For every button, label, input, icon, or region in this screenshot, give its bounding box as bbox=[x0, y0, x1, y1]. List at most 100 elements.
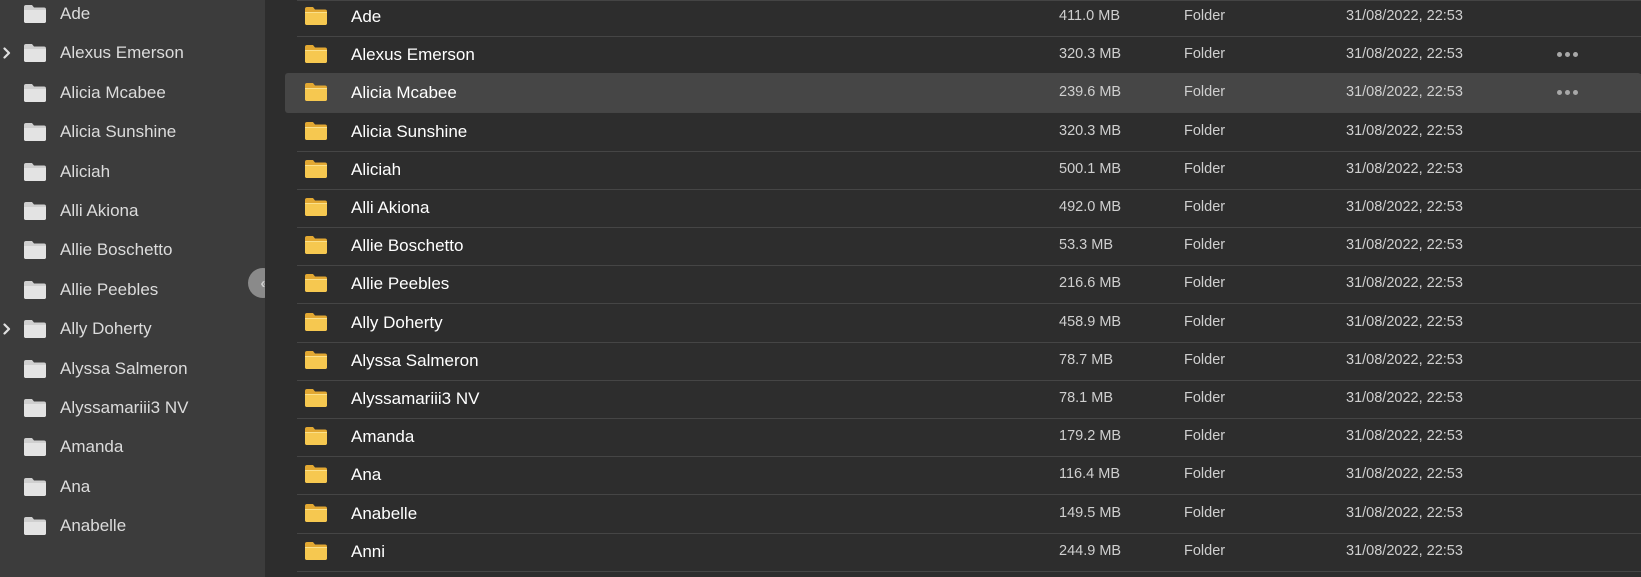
file-name[interactable]: Aliciah bbox=[351, 160, 401, 180]
row-divider bbox=[297, 570, 1641, 572]
file-modified-date: 31/08/2022, 22:53 bbox=[1346, 46, 1463, 63]
file-size: 320.3 MB bbox=[1059, 122, 1122, 139]
file-name[interactable]: Alyssamariii3 NV bbox=[351, 389, 479, 409]
sidebar-item-label: Amanda bbox=[60, 437, 124, 457]
folder-icon bbox=[23, 398, 47, 418]
folder-icon bbox=[23, 83, 47, 103]
file-name[interactable]: Allie Boschetto bbox=[351, 236, 463, 256]
file-row[interactable]: Anabelle 149.5 MB Folder 31/08/2022, 22:… bbox=[285, 494, 1641, 534]
more-horizontal-icon bbox=[1572, 51, 1578, 57]
folder-icon bbox=[304, 273, 328, 293]
sidebar-item[interactable]: Amanda bbox=[0, 429, 265, 465]
sidebar-item[interactable]: Ade bbox=[0, 0, 265, 32]
file-size: 239.6 MB bbox=[1059, 84, 1122, 101]
file-row[interactable]: Anni 244.9 MB Folder 31/08/2022, 22:53 bbox=[285, 532, 1641, 572]
file-name[interactable]: Amanda bbox=[351, 427, 414, 447]
file-kind: Folder bbox=[1184, 466, 1226, 483]
file-name[interactable]: Alicia Sunshine bbox=[351, 122, 467, 142]
sidebar-item[interactable]: Anabelle bbox=[0, 508, 265, 544]
folder-icon bbox=[23, 359, 47, 379]
file-row[interactable]: Allie Peebles 216.6 MB Folder 31/08/2022… bbox=[285, 264, 1641, 305]
file-list: Ade 411.0 MB Folder 31/08/2022, 22:53 Al… bbox=[265, 0, 1641, 577]
file-kind: Folder bbox=[1184, 275, 1226, 292]
more-horizontal-icon bbox=[1556, 51, 1562, 57]
folder-icon bbox=[304, 197, 328, 217]
sidebar-item-label: Alicia Sunshine bbox=[60, 122, 177, 142]
folder-icon bbox=[304, 6, 328, 26]
file-row[interactable]: Alyssa Salmeron 78.7 MB Folder 31/08/202… bbox=[285, 341, 1641, 381]
folder-icon bbox=[23, 437, 47, 457]
sidebar-item[interactable]: Alicia Mcabee bbox=[0, 75, 265, 111]
folder-icon bbox=[304, 426, 328, 446]
file-name[interactable]: Ana bbox=[351, 465, 381, 485]
sidebar-tree: Ade Alexus Emerson Alicia Mcabee Alicia … bbox=[0, 0, 265, 577]
folder-icon bbox=[304, 235, 328, 255]
file-modified-date: 31/08/2022, 22:53 bbox=[1346, 390, 1463, 406]
folder-icon bbox=[304, 312, 328, 332]
chevron-right-icon[interactable] bbox=[2, 322, 12, 336]
more-options-button[interactable] bbox=[1553, 42, 1581, 66]
file-name[interactable]: Alicia Mcabee bbox=[351, 83, 457, 103]
file-modified-date: 31/08/2022, 22:53 bbox=[1346, 466, 1463, 483]
chevron-right-icon[interactable] bbox=[2, 46, 12, 60]
sidebar-item[interactable]: Alexus Emerson bbox=[0, 35, 265, 71]
file-modified-date: 31/08/2022, 22:53 bbox=[1346, 542, 1463, 559]
file-kind: Folder bbox=[1184, 8, 1226, 24]
sidebar-item-label: Ally Doherty bbox=[60, 319, 152, 339]
sidebar-item[interactable]: Alyssamariii3 NV bbox=[0, 390, 265, 426]
sidebar-item[interactable]: Alyssa Salmeron bbox=[0, 351, 265, 387]
file-row[interactable]: Aliciah 500.1 MB Folder 31/08/2022, 22:5… bbox=[285, 150, 1641, 190]
file-kind: Folder bbox=[1184, 504, 1226, 521]
file-row[interactable]: Alyssamariii3 NV 78.1 MB Folder 31/08/20… bbox=[285, 379, 1641, 419]
file-row[interactable]: Allie Boschetto 53.3 MB Folder 31/08/202… bbox=[285, 226, 1641, 267]
file-browser-window: Ade Alexus Emerson Alicia Mcabee Alicia … bbox=[0, 0, 1641, 577]
file-size: 492.0 MB bbox=[1059, 199, 1122, 215]
sidebar-item[interactable]: Alli Akiona bbox=[0, 193, 265, 229]
file-name[interactable]: Alyssa Salmeron bbox=[351, 351, 479, 371]
file-name[interactable]: Anni bbox=[351, 542, 385, 562]
file-name[interactable]: Anabelle bbox=[351, 504, 417, 524]
file-size: 458.9 MB bbox=[1059, 313, 1122, 330]
more-options-button[interactable] bbox=[1553, 80, 1581, 104]
file-size: 216.6 MB bbox=[1059, 275, 1122, 292]
sidebar-item-label: Allie Peebles bbox=[60, 279, 159, 299]
file-row[interactable]: Ally Doherty 458.9 MB Folder 31/08/2022,… bbox=[285, 303, 1641, 343]
sidebar-item[interactable]: Allie Peebles bbox=[0, 272, 265, 308]
sidebar-item-label: Ade bbox=[60, 4, 91, 23]
file-name[interactable]: Alli Akiona bbox=[351, 198, 429, 218]
file-kind: Folder bbox=[1184, 84, 1226, 101]
file-row[interactable]: Ana 116.4 MB Folder 31/08/2022, 22:53 bbox=[285, 455, 1641, 496]
sidebar-item[interactable]: Alicia Sunshine bbox=[0, 114, 265, 150]
file-size: 244.9 MB bbox=[1059, 542, 1122, 559]
folder-icon bbox=[23, 477, 47, 497]
sidebar-item-label: Alli Akiona bbox=[60, 201, 139, 220]
file-row[interactable]: Amanda 179.2 MB Folder 31/08/2022, 22:53 bbox=[285, 417, 1641, 458]
sidebar-item-label: Aliciah bbox=[60, 161, 111, 181]
sidebar-item-label: Alyssa Salmeron bbox=[60, 358, 188, 378]
folder-icon bbox=[304, 503, 328, 523]
file-row[interactable]: Ade 411.0 MB Folder 31/08/2022, 22:53 bbox=[285, 0, 1641, 37]
file-size: 320.3 MB bbox=[1059, 46, 1122, 63]
file-modified-date: 31/08/2022, 22:53 bbox=[1346, 275, 1463, 292]
folder-icon bbox=[304, 541, 328, 561]
more-horizontal-icon bbox=[1564, 51, 1570, 57]
file-row[interactable]: Alicia Sunshine 320.3 MB Folder 31/08/20… bbox=[285, 112, 1641, 152]
file-row[interactable]: Alli Akiona 492.0 MB Folder 31/08/2022, … bbox=[285, 188, 1641, 228]
sidebar-item[interactable]: Allie Boschetto bbox=[0, 232, 265, 268]
sidebar-item[interactable]: Aliciah bbox=[0, 154, 265, 190]
file-name[interactable]: Ally Doherty bbox=[351, 313, 443, 333]
file-name[interactable]: Ade bbox=[351, 7, 381, 27]
file-row[interactable]: Alicia Mcabee 239.6 MB Folder 31/08/2022… bbox=[285, 73, 1641, 114]
folder-icon bbox=[23, 201, 47, 221]
file-name[interactable]: Allie Peebles bbox=[351, 274, 449, 294]
file-kind: Folder bbox=[1184, 351, 1226, 368]
file-size: 179.2 MB bbox=[1059, 428, 1122, 445]
file-modified-date: 31/08/2022, 22:53 bbox=[1346, 237, 1463, 254]
file-row[interactable]: Alexus Emerson 320.3 MB Folder 31/08/202… bbox=[285, 35, 1641, 76]
folder-icon bbox=[304, 464, 328, 484]
sidebar-item[interactable]: Ana bbox=[0, 469, 265, 505]
file-kind: Folder bbox=[1184, 542, 1226, 559]
folder-icon bbox=[23, 516, 47, 536]
file-name[interactable]: Alexus Emerson bbox=[351, 45, 475, 65]
sidebar-item[interactable]: Ally Doherty bbox=[0, 311, 265, 347]
